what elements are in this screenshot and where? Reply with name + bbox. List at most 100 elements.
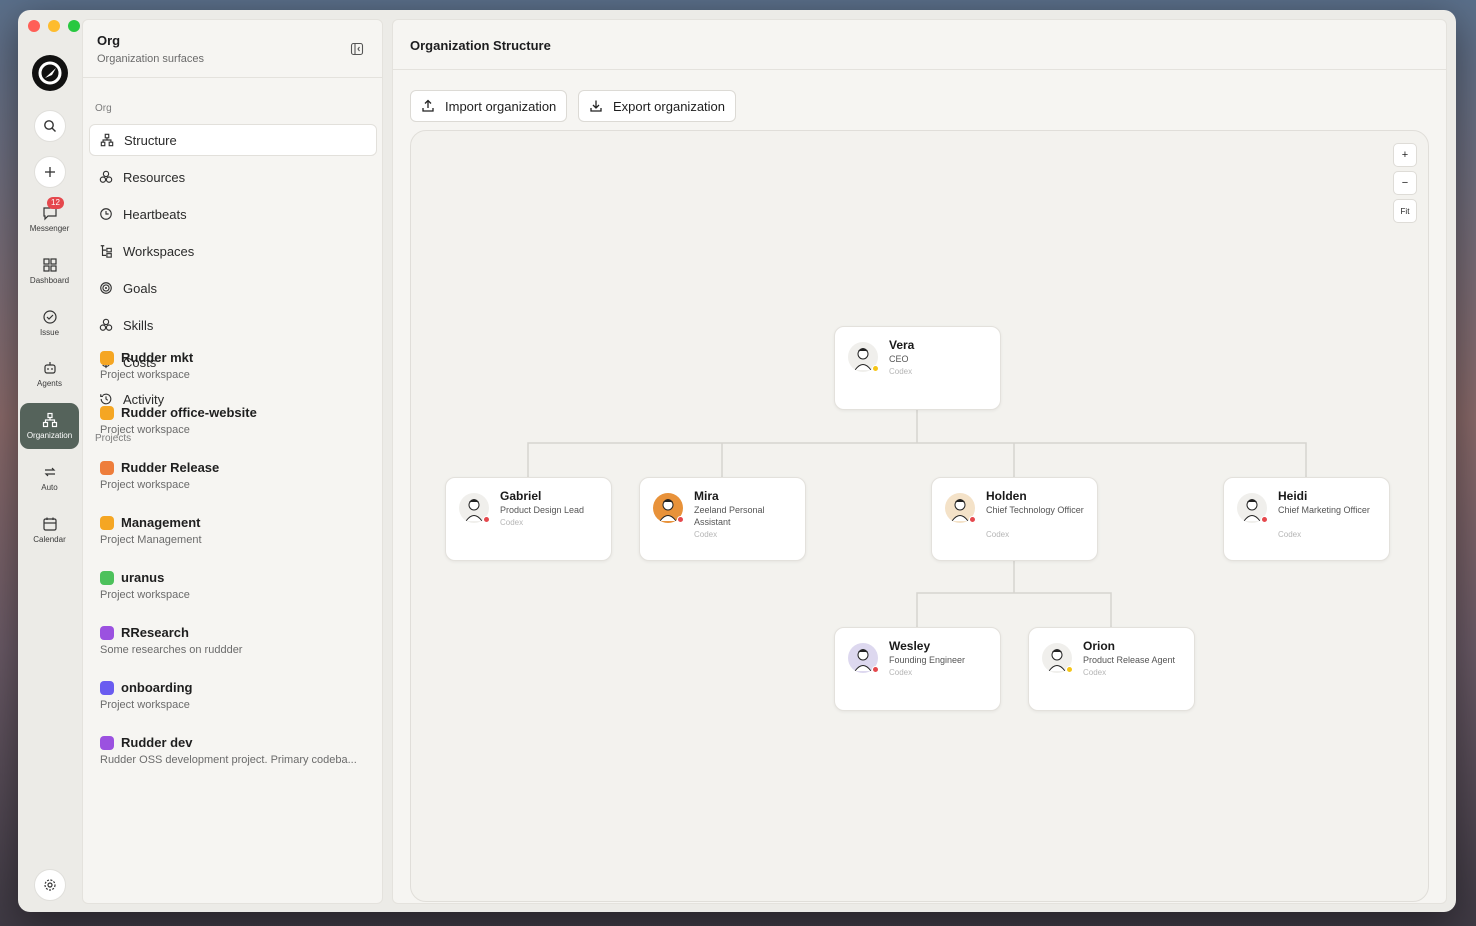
app-logo[interactable] [32,55,68,91]
new-button[interactable] [34,156,66,188]
member-name: Vera [889,338,915,352]
member-role: Chief Technology Officer [986,505,1084,515]
project-item[interactable]: uranus Project workspace [100,570,370,601]
rail-item-label: Auto [41,483,58,492]
rail-item-label: Messenger [29,224,70,233]
project-name: uranus [121,570,165,585]
project-description: Project workspace [100,589,190,601]
rail-item-messenger[interactable]: 12 Messenger [20,196,79,242]
sidebar-header: Org Organization surfaces [83,20,382,78]
nav-item-skills[interactable]: Skills [89,309,377,341]
nav-item-label: Structure [124,132,177,148]
section-label-org: Org [95,103,112,114]
member-role: Founding Engineer [889,655,966,665]
member-name: Mira [694,489,719,503]
nav-item-goals[interactable]: Goals [89,272,377,304]
rail-item-calendar[interactable]: Calendar [20,507,79,553]
status-indicator [1261,516,1268,523]
member-role: Product Design Lead [500,505,585,515]
rail-item-issue[interactable]: Issue [20,300,79,346]
member-tool: Codex [889,367,913,376]
org-card-orion[interactable]: Orion Product Release Agent Codex [1028,627,1195,711]
project-item[interactable]: onboarding Project workspace [100,680,370,711]
boxes-icon [99,318,113,331]
project-item[interactable]: Rudder dev Rudder OSS development project… [100,735,370,766]
project-color-icon [100,735,114,750]
messenger-badge: 12 [47,197,64,209]
app-window: 12 Messenger Dashboard Issue Agents Orga… [18,10,1456,912]
project-item[interactable]: Rudder office-website Project workspace [100,405,370,436]
rail-item-dashboard[interactable]: Dashboard [20,248,79,294]
rail-item-auto[interactable]: Auto [20,455,79,501]
project-color-icon [100,515,114,530]
project-row: Rudder office-website [100,405,370,420]
member-role: Product Release Agent [1083,655,1176,665]
status-indicator [1066,666,1073,673]
nav-item-label: Goals [123,280,157,296]
target-icon [100,282,112,294]
org-chart-canvas[interactable]: + − Fit Vera CEO Codex Gabriel Product Desig… [410,130,1429,902]
rail-item-label: Dashboard [29,276,70,285]
upload-icon [422,99,434,112]
page-title: Organization Structure [393,20,1446,70]
import-organization-button[interactable]: Import organization [410,90,568,122]
sidebar-subtitle: Organization surfaces [97,53,204,65]
gear-icon [44,879,56,891]
project-item[interactable]: Rudder mkt Project workspace [100,350,370,381]
org-card-wesley[interactable]: Wesley Founding Engineer Codex [834,627,1001,711]
status-indicator [872,365,879,372]
status-indicator [677,516,684,523]
search-button[interactable] [34,110,66,142]
nav-item-label: Resources [123,169,186,185]
nav-item-structure[interactable]: Structure [89,124,377,156]
org-card-gabriel[interactable]: Gabriel Product Design Lead Codex [445,477,612,561]
org-card-holden[interactable]: Holden Chief Technology Officer Codex [931,477,1098,561]
rail-item-agents[interactable]: Agents [20,351,79,397]
collapse-sidebar-icon[interactable] [350,42,364,56]
project-description: Project workspace [100,479,190,491]
org-card-heidi[interactable]: Heidi Chief Marketing Officer Codex [1223,477,1390,561]
project-item[interactable]: Management Project Management [100,515,370,546]
nav-item-label: Workspaces [123,243,195,259]
robot-icon [43,362,56,374]
nav-item-label: Skills [123,317,154,333]
org-sidebar: Org Organization surfaces Org Structure … [82,19,383,904]
settings-button[interactable] [34,869,66,901]
repeat-icon [44,467,55,477]
member-tool: Codex [1083,668,1107,677]
org-card-mira[interactable]: Mira Zeeland Personal Assistant Codex [639,477,806,561]
nav-item-resources[interactable]: Resources [89,161,377,193]
member-tool: Codex [694,530,718,539]
project-description: Project Management [100,534,202,546]
rail-item-organization[interactable]: Organization [20,403,79,449]
project-row: onboarding [100,680,370,695]
project-name: RResearch [121,625,189,640]
search-icon [44,120,56,132]
rudder-logo-icon [38,61,62,85]
project-row: Rudder mkt [100,350,370,365]
nav-item-workspaces[interactable]: Workspaces [89,235,377,267]
clock-icon [100,208,112,220]
main-panel: Organization Structure Import organizati… [392,19,1447,904]
export-organization-button[interactable]: Export organization [578,90,737,122]
member-tool: Codex [986,530,1010,539]
project-row: Rudder Release [100,460,370,475]
project-description: Project workspace [100,699,190,711]
project-item[interactable]: RResearch Some researches on ruddder [100,625,370,656]
status-indicator [969,516,976,523]
project-name: Management [121,515,201,530]
member-role: Chief Marketing Officer [1278,505,1370,515]
member-role: CEO [889,354,909,364]
org-card-vera[interactable]: Vera CEO Codex [834,326,1001,410]
nav-item-heartbeats[interactable]: Heartbeats [89,198,377,230]
project-item[interactable]: Rudder Release Project workspace [100,460,370,491]
project-color-icon [100,405,114,420]
member-name: Heidi [1278,489,1308,503]
project-description: Project workspace [100,424,190,436]
project-row: Rudder dev [100,735,370,750]
tree-icon [100,245,112,258]
sidebar-title: Org [97,33,121,48]
check-circle-icon [42,310,57,324]
rail-item-label: Issue [39,328,60,337]
project-row: Management [100,515,370,530]
